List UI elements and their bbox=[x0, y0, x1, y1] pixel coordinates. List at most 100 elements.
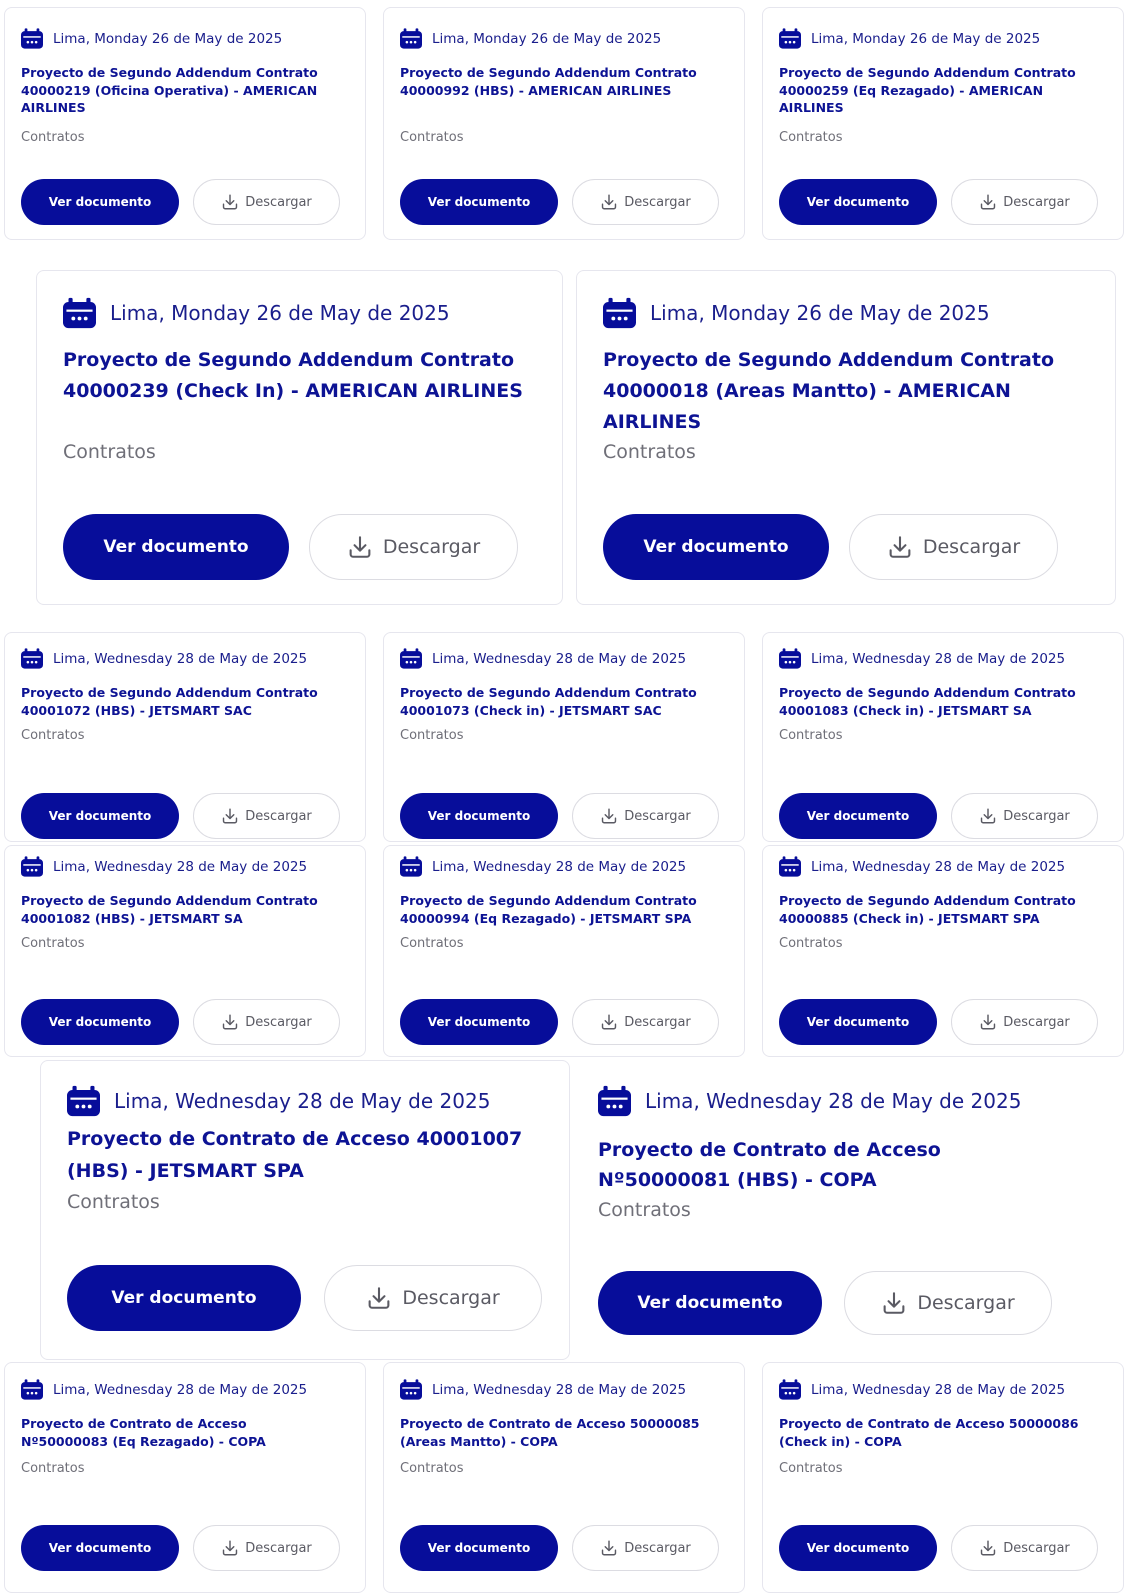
document-card: Lima, Wednesday 28 de May de 2025 Proyec… bbox=[383, 632, 745, 842]
calendar-icon bbox=[63, 297, 96, 329]
download-button[interactable]: Descargar bbox=[572, 999, 719, 1045]
download-button[interactable]: Descargar bbox=[572, 793, 719, 839]
card-title: Proyecto de Segundo Addendum Contrato 40… bbox=[21, 893, 318, 926]
download-icon bbox=[979, 1539, 997, 1557]
download-button[interactable]: Descargar bbox=[309, 514, 518, 580]
card-category: Contratos bbox=[67, 1191, 160, 1213]
view-document-button[interactable]: Ver documento bbox=[21, 793, 179, 839]
card-date-text: Lima, Wednesday 28 de May de 2025 bbox=[53, 858, 308, 875]
view-document-button[interactable]: Ver documento bbox=[779, 179, 937, 225]
download-label: Descargar bbox=[245, 808, 312, 824]
view-document-button[interactable]: Ver documento bbox=[400, 999, 558, 1045]
download-icon bbox=[979, 807, 997, 825]
card-date-text: Lima, Monday 26 de May de 2025 bbox=[110, 301, 450, 325]
download-label: Descargar bbox=[245, 1014, 312, 1030]
download-label: Descargar bbox=[922, 536, 1021, 558]
document-card: Lima, Wednesday 28 de May de 2025 Proyec… bbox=[4, 845, 366, 1057]
document-card: Lima, Monday 26 de May de 2025 Proyecto … bbox=[762, 7, 1124, 240]
card-date: Lima, Wednesday 28 de May de 2025 bbox=[598, 1085, 1021, 1117]
download-label: Descargar bbox=[1003, 1014, 1070, 1030]
card-date-text: Lima, Wednesday 28 de May de 2025 bbox=[645, 1089, 1022, 1113]
card-category: Contratos bbox=[400, 728, 464, 743]
document-card: Lima, Wednesday 28 de May de 2025 Proyec… bbox=[762, 632, 1124, 842]
view-document-button[interactable]: Ver documento bbox=[603, 514, 829, 580]
card-category: Contratos bbox=[63, 441, 156, 463]
card-category: Contratos bbox=[779, 1461, 843, 1476]
calendar-icon bbox=[21, 648, 43, 669]
card-category: Contratos bbox=[21, 1461, 85, 1476]
card-title: Proyecto de Segundo Addendum Contrato 40… bbox=[779, 893, 1076, 926]
card-date: Lima, Wednesday 28 de May de 2025 bbox=[779, 856, 1065, 877]
download-button[interactable]: Descargar bbox=[193, 793, 340, 839]
calendar-icon bbox=[400, 1379, 422, 1400]
card-category: Contratos bbox=[21, 936, 85, 951]
view-document-button[interactable]: Ver documento bbox=[779, 1525, 937, 1571]
download-button[interactable]: Descargar bbox=[193, 1525, 340, 1571]
card-date-text: Lima, Wednesday 28 de May de 2025 bbox=[811, 1381, 1066, 1398]
calendar-icon bbox=[779, 1379, 801, 1400]
download-button[interactable]: Descargar bbox=[572, 179, 719, 225]
document-card: Lima, Monday 26 de May de 2025 Proyecto … bbox=[4, 7, 366, 240]
view-document-button[interactable]: Ver documento bbox=[400, 1525, 558, 1571]
download-button[interactable]: Descargar bbox=[844, 1271, 1052, 1335]
download-button[interactable]: Descargar bbox=[572, 1525, 719, 1571]
card-date-text: Lima, Monday 26 de May de 2025 bbox=[811, 30, 1041, 47]
calendar-icon bbox=[779, 648, 801, 669]
download-button[interactable]: Descargar bbox=[849, 514, 1058, 580]
download-button[interactable]: Descargar bbox=[193, 999, 340, 1045]
document-card: Lima, Wednesday 28 de May de 2025 Proyec… bbox=[4, 632, 366, 842]
view-document-button[interactable]: Ver documento bbox=[400, 793, 558, 839]
view-document-button[interactable]: Ver documento bbox=[400, 179, 558, 225]
calendar-icon bbox=[21, 856, 43, 877]
view-document-button[interactable]: Ver documento bbox=[21, 1525, 179, 1571]
card-title: Proyecto de Contrato de Acceso 40001007 … bbox=[67, 1128, 523, 1182]
download-icon bbox=[221, 1539, 239, 1557]
card-date: Lima, Monday 26 de May de 2025 bbox=[63, 297, 450, 329]
card-title: Proyecto de Contrato de Acceso 50000085 … bbox=[400, 1416, 700, 1449]
card-date: Lima, Wednesday 28 de May de 2025 bbox=[779, 648, 1065, 669]
download-button[interactable]: Descargar bbox=[324, 1265, 542, 1331]
card-category: Contratos bbox=[779, 130, 843, 145]
document-card: Lima, Wednesday 28 de May de 2025 Proyec… bbox=[762, 1362, 1124, 1593]
view-document-button[interactable]: Ver documento bbox=[779, 999, 937, 1045]
calendar-icon bbox=[400, 856, 422, 877]
card-date-text: Lima, Wednesday 28 de May de 2025 bbox=[811, 650, 1066, 667]
download-button[interactable]: Descargar bbox=[951, 179, 1098, 225]
card-date: Lima, Wednesday 28 de May de 2025 bbox=[21, 1379, 307, 1400]
card-title: Proyecto de Segundo Addendum Contrato 40… bbox=[21, 685, 318, 718]
card-date: Lima, Wednesday 28 de May de 2025 bbox=[779, 1379, 1065, 1400]
view-document-button[interactable]: Ver documento bbox=[21, 179, 179, 225]
card-date: Lima, Monday 26 de May de 2025 bbox=[603, 297, 990, 329]
card-date-text: Lima, Wednesday 28 de May de 2025 bbox=[114, 1089, 491, 1113]
download-label: Descargar bbox=[382, 536, 481, 558]
download-button[interactable]: Descargar bbox=[193, 179, 340, 225]
card-date: Lima, Wednesday 28 de May de 2025 bbox=[400, 856, 686, 877]
card-date: Lima, Wednesday 28 de May de 2025 bbox=[67, 1085, 490, 1117]
download-label: Descargar bbox=[624, 1014, 691, 1030]
download-button[interactable]: Descargar bbox=[951, 1525, 1098, 1571]
download-icon bbox=[979, 1013, 997, 1031]
document-card: Lima, Monday 26 de May de 2025 Proyecto … bbox=[36, 270, 563, 605]
view-document-button[interactable]: Ver documento bbox=[779, 793, 937, 839]
download-icon bbox=[600, 1539, 618, 1557]
document-card: Lima, Wednesday 28 de May de 2025 Proyec… bbox=[4, 1362, 366, 1593]
download-icon bbox=[221, 193, 239, 211]
view-document-button[interactable]: Ver documento bbox=[21, 999, 179, 1045]
download-button[interactable]: Descargar bbox=[951, 999, 1098, 1045]
card-category: Contratos bbox=[779, 728, 843, 743]
card-date: Lima, Wednesday 28 de May de 2025 bbox=[400, 648, 686, 669]
card-category: Contratos bbox=[598, 1199, 691, 1221]
calendar-icon bbox=[779, 28, 801, 49]
card-date-text: Lima, Wednesday 28 de May de 2025 bbox=[432, 1381, 687, 1398]
download-icon bbox=[366, 1285, 392, 1311]
view-document-button[interactable]: Ver documento bbox=[63, 514, 289, 580]
view-document-button[interactable]: Ver documento bbox=[67, 1265, 301, 1331]
card-title: Proyecto de Segundo Addendum Contrato 40… bbox=[21, 65, 318, 115]
card-date-text: Lima, Monday 26 de May de 2025 bbox=[650, 301, 990, 325]
card-date-text: Lima, Wednesday 28 de May de 2025 bbox=[432, 650, 687, 667]
document-card: Lima, Monday 26 de May de 2025 Proyecto … bbox=[383, 7, 745, 240]
download-icon bbox=[600, 1013, 618, 1031]
card-title: Proyecto de Segundo Addendum Contrato 40… bbox=[779, 65, 1076, 115]
download-button[interactable]: Descargar bbox=[951, 793, 1098, 839]
view-document-button[interactable]: Ver documento bbox=[598, 1271, 822, 1335]
